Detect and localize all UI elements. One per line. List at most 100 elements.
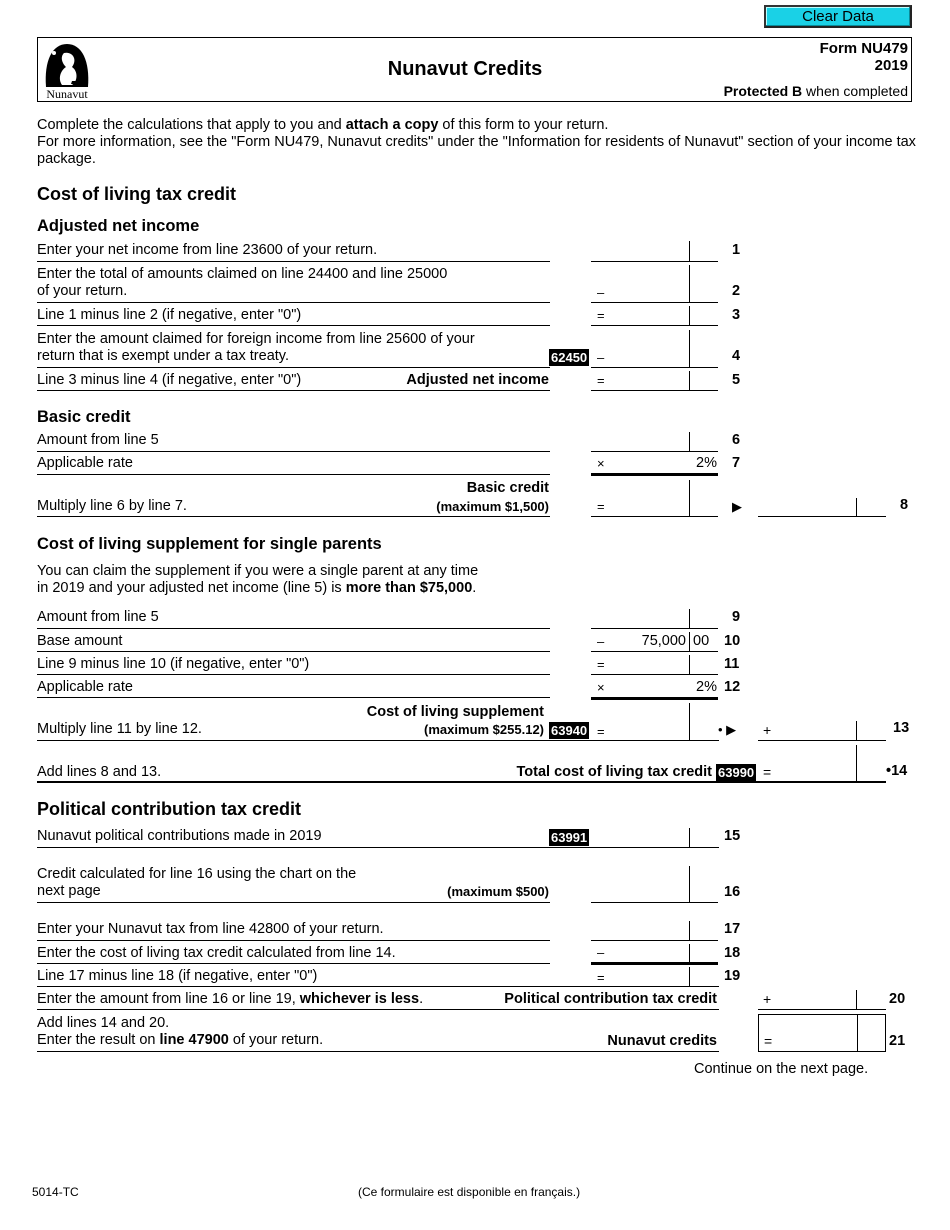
line-number: 9 bbox=[732, 609, 741, 625]
line-17-input[interactable] bbox=[591, 921, 718, 941]
divider bbox=[37, 325, 550, 326]
line-16-label: Credit calculated for line 16 using the … bbox=[37, 866, 357, 899]
line-3-label: Line 1 minus line 2 (if negative, enter … bbox=[37, 307, 302, 323]
divider bbox=[37, 390, 550, 391]
divider bbox=[37, 302, 550, 303]
line-number: 10 bbox=[724, 633, 741, 649]
line-20-result[interactable]: + bbox=[758, 990, 886, 1010]
line-13-title: Cost of living supplement bbox=[366, 704, 544, 720]
line-code: 63940 bbox=[549, 722, 590, 739]
divider bbox=[37, 474, 550, 475]
line-number: 21 bbox=[889, 1033, 906, 1049]
divider bbox=[37, 1009, 719, 1010]
line-code: 63990 bbox=[716, 764, 757, 781]
line-number: 7 bbox=[732, 455, 741, 471]
line-8-title: Basic credit bbox=[466, 480, 549, 496]
line-number: 5 bbox=[732, 372, 741, 388]
line-4-input[interactable]: – bbox=[591, 330, 718, 368]
line-13-input[interactable]: = bbox=[591, 703, 718, 741]
divider bbox=[37, 1051, 719, 1052]
arrow-icon: • ▶ bbox=[718, 722, 737, 737]
form-id: Form NU479 2019 bbox=[820, 40, 908, 74]
line-number: 13 bbox=[893, 720, 910, 736]
divider bbox=[37, 674, 550, 675]
line-8-label: Multiply line 6 by line 7. bbox=[37, 498, 187, 514]
line-1-label: Enter your net income from line 23600 of… bbox=[37, 242, 378, 258]
line-16-input[interactable] bbox=[591, 866, 718, 903]
supplement-description: You can claim the supplement if you were… bbox=[37, 563, 479, 596]
line-18-input[interactable]: – bbox=[591, 944, 718, 965]
line-14-result[interactable]: = bbox=[758, 745, 886, 782]
line-20-label: Enter the amount from line 16 or line 19… bbox=[37, 991, 424, 1007]
line-7-label: Applicable rate bbox=[37, 455, 133, 471]
line-9-label: Amount from line 5 bbox=[37, 609, 159, 625]
line-9-input[interactable] bbox=[591, 609, 718, 629]
divider bbox=[37, 516, 550, 517]
form-number: Form NU479 bbox=[819, 40, 908, 57]
line-21-label: Add lines 14 and 20. Enter the result on … bbox=[37, 1015, 324, 1048]
line-18-label: Enter the cost of living tax credit calc… bbox=[37, 945, 396, 961]
continue-note: Continue on the next page. bbox=[694, 1061, 869, 1077]
line-number: 4 bbox=[732, 348, 741, 364]
line-5-label: Line 3 minus line 4 (if negative, enter … bbox=[37, 372, 302, 388]
line-number: 2 bbox=[732, 283, 741, 299]
line-number: 17 bbox=[724, 921, 741, 937]
line-5-title: Adjusted net income bbox=[406, 372, 549, 388]
nunavut-logo: Nunavut bbox=[42, 41, 92, 101]
line-20-title: Political contribution tax credit bbox=[504, 991, 717, 1007]
line-number: 8 bbox=[900, 497, 909, 513]
line-number: 11 bbox=[724, 656, 740, 672]
divider bbox=[37, 367, 550, 368]
divider bbox=[37, 963, 550, 964]
line-number: 20 bbox=[889, 991, 906, 1007]
section-title-political: Political contribution tax credit bbox=[37, 799, 302, 819]
line-code: 63991 bbox=[549, 829, 590, 846]
line-number: 15 bbox=[724, 828, 741, 844]
divider bbox=[37, 697, 550, 698]
line-7-rate: × 2% bbox=[591, 455, 718, 476]
divider bbox=[37, 902, 550, 903]
line-13-label: Multiply line 11 by line 12. bbox=[37, 721, 202, 737]
line-2-input[interactable]: – bbox=[591, 265, 718, 303]
line-14-title: Total cost of living tax credit bbox=[516, 764, 712, 780]
line-17-label: Enter your Nunavut tax from line 42800 o… bbox=[37, 921, 384, 937]
line-6-label: Amount from line 5 bbox=[37, 432, 159, 448]
line-13-max: (maximum $255.12) bbox=[424, 722, 544, 737]
line-15-input[interactable] bbox=[591, 828, 718, 848]
divider bbox=[37, 628, 550, 629]
line-13-result[interactable]: + bbox=[758, 721, 886, 741]
divider bbox=[37, 451, 550, 452]
line-number: 3 bbox=[732, 307, 741, 323]
line-number: 19 bbox=[724, 968, 741, 984]
line-1-input[interactable] bbox=[591, 241, 718, 262]
line-11-input[interactable]: = bbox=[591, 655, 718, 675]
line-19-input[interactable]: = bbox=[591, 967, 718, 987]
line-12-label: Applicable rate bbox=[37, 679, 133, 695]
line-2-label: Enter the total of amounts claimed on li… bbox=[37, 266, 448, 299]
line-6-input[interactable] bbox=[591, 432, 718, 452]
line-15-label: Nunavut political contributions made in … bbox=[37, 828, 322, 844]
line-10-base-amount: –75,000 00 bbox=[591, 632, 718, 652]
protected-label: Protected B when completed bbox=[723, 83, 908, 99]
divider bbox=[37, 940, 550, 941]
line-21-result[interactable]: = bbox=[758, 1014, 886, 1052]
subsection-adjusted-net-income: Adjusted net income bbox=[37, 217, 200, 235]
line-3-input[interactable]: = bbox=[591, 306, 718, 326]
line-10-label: Base amount bbox=[37, 633, 123, 649]
line-number: 18 bbox=[724, 945, 741, 961]
arrow-icon: ▶ bbox=[732, 499, 742, 514]
line-8-input[interactable]: = bbox=[591, 480, 718, 517]
line-8-result[interactable] bbox=[758, 498, 886, 517]
line-code: 62450 bbox=[549, 349, 590, 366]
page-title: Nunavut Credits bbox=[387, 58, 543, 80]
clear-data-button[interactable]: Clear Data bbox=[764, 5, 912, 28]
line-19-label: Line 17 minus line 18 (if negative, ente… bbox=[37, 968, 318, 984]
line-number: 1 bbox=[732, 242, 741, 258]
line-number: 6 bbox=[732, 432, 741, 448]
divider bbox=[37, 651, 550, 652]
line-21-title: Nunavut credits bbox=[607, 1033, 717, 1049]
line-5-input[interactable]: = bbox=[591, 371, 718, 391]
line-11-label: Line 9 minus line 10 (if negative, enter… bbox=[37, 656, 310, 672]
subsection-supplement: Cost of living supplement for single par… bbox=[37, 535, 382, 553]
line-number: 12 bbox=[724, 679, 741, 695]
